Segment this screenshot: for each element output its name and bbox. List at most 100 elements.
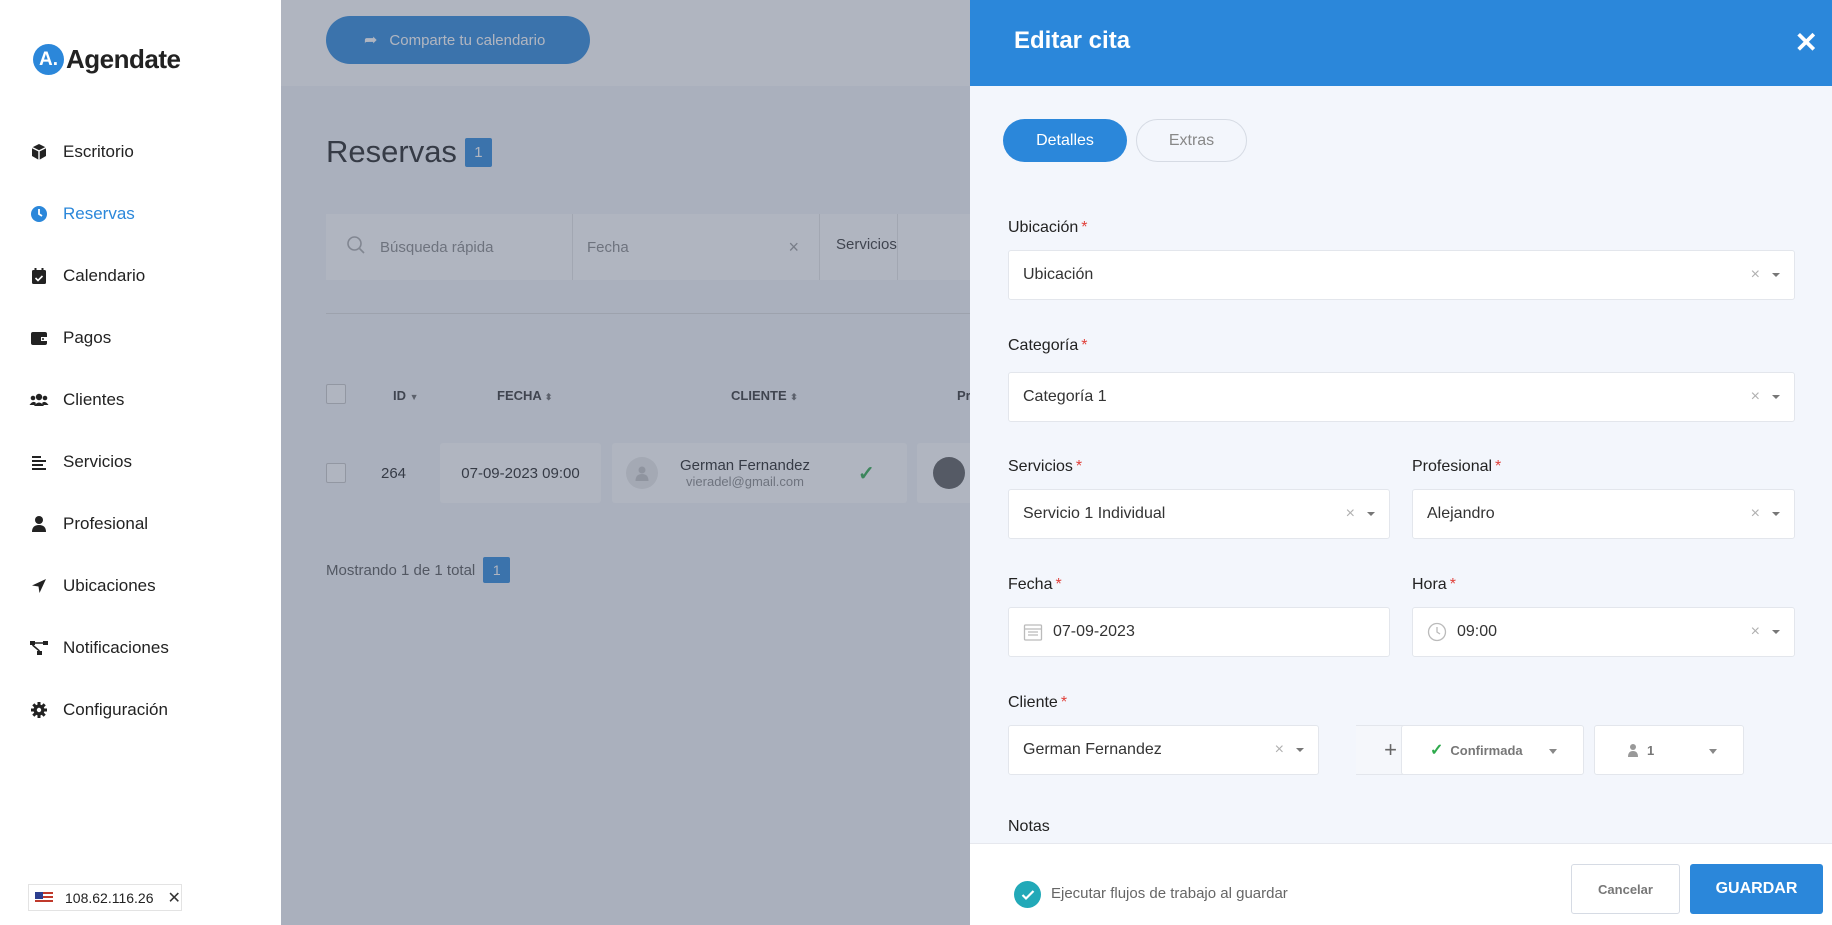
- tab-extras[interactable]: Extras: [1136, 119, 1247, 162]
- sidebar-item-label: Escritorio: [63, 142, 134, 161]
- location-arrow-icon: [29, 576, 49, 596]
- categoria-label: Categoría *: [1008, 337, 1088, 355]
- workflow-checkbox[interactable]: [1014, 881, 1041, 908]
- sidebar-item-pagos[interactable]: Pagos: [0, 307, 281, 369]
- sidebar-item-clientes[interactable]: Clientes: [0, 369, 281, 431]
- status-select[interactable]: ✓ Confirmada: [1401, 725, 1584, 775]
- profesional-label-text: Profesional: [1412, 458, 1493, 475]
- required-mark: *: [1081, 219, 1088, 236]
- tab-detalles[interactable]: Detalles: [1003, 119, 1127, 162]
- workflow-icon: [29, 638, 49, 658]
- hora-label: Hora *: [1412, 576, 1456, 594]
- modal-backdrop[interactable]: [281, 0, 970, 925]
- notas-label: Notas: [1008, 818, 1050, 835]
- sidebar-item-label: Configuración: [63, 700, 168, 719]
- wallet-icon: [29, 328, 49, 348]
- ubicacion-value: Ubicación: [1023, 266, 1094, 283]
- required-mark: *: [1449, 576, 1456, 593]
- chevron-down-icon: [1709, 749, 1717, 754]
- ubicacion-label: Ubicación *: [1008, 219, 1088, 237]
- close-icon[interactable]: ✕: [1795, 26, 1818, 59]
- fecha-input[interactable]: 07-09-2023: [1008, 607, 1390, 657]
- logo-mark: A.: [33, 44, 64, 75]
- hora-select[interactable]: 09:00 ×: [1412, 607, 1795, 657]
- sidebar-item-label: Pagos: [63, 328, 112, 347]
- sidebar-item-servicios[interactable]: Servicios: [0, 431, 281, 493]
- fecha-label-text: Fecha: [1008, 576, 1053, 593]
- cliente-label-text: Cliente: [1008, 694, 1058, 711]
- persons-value: 1: [1647, 742, 1655, 758]
- profesional-value: Alejandro: [1427, 505, 1495, 522]
- clear-icon[interactable]: ×: [1751, 623, 1760, 641]
- chevron-down-icon: [1772, 630, 1780, 634]
- chevron-down-icon: [1549, 749, 1557, 754]
- box-icon: [29, 142, 49, 162]
- ubicacion-label-text: Ubicación: [1008, 219, 1079, 236]
- user-icon: [1627, 743, 1639, 757]
- user-icon: [29, 514, 49, 534]
- sidebar-item-label: Profesional: [63, 514, 149, 533]
- ubicacion-select[interactable]: Ubicación ×: [1008, 250, 1795, 300]
- check-icon: ✓: [1430, 742, 1444, 759]
- ip-address: 108.62.116.26: [65, 889, 154, 906]
- servicios-select[interactable]: Servicio 1 Individual ×: [1008, 489, 1390, 539]
- sidebar-item-label: Servicios: [63, 452, 132, 471]
- sidebar-item-reservas[interactable]: Reservas: [0, 183, 281, 245]
- clear-icon[interactable]: ×: [1751, 266, 1760, 284]
- sidebar-item-escritorio[interactable]: Escritorio: [0, 121, 281, 183]
- sidebar-item-label: Reservas: [63, 204, 135, 223]
- servicios-label: Servicios *: [1008, 458, 1082, 476]
- save-button[interactable]: GUARDAR: [1690, 864, 1823, 914]
- brand-logo[interactable]: A. Agendate: [33, 44, 181, 75]
- categoria-select[interactable]: Categoría 1 ×: [1008, 372, 1795, 422]
- clock-icon: [29, 204, 49, 224]
- chevron-down-icon: [1772, 273, 1780, 277]
- sidebar-item-label: Notificaciones: [63, 638, 169, 657]
- cliente-label: Cliente *: [1008, 694, 1067, 712]
- required-mark: *: [1055, 576, 1062, 593]
- categoria-label-text: Categoría: [1008, 337, 1079, 354]
- workflow-label: Ejecutar flujos de trabajo al guardar: [1051, 885, 1288, 902]
- profesional-select[interactable]: Alejandro ×: [1412, 489, 1795, 539]
- clock-icon: [1427, 622, 1447, 642]
- list-icon: [29, 452, 49, 472]
- categoria-value: Categoría 1: [1023, 388, 1107, 405]
- clear-icon[interactable]: ×: [1346, 505, 1355, 523]
- required-mark: *: [1081, 337, 1088, 354]
- sidebar-item-configuracion[interactable]: Configuración: [0, 679, 281, 741]
- calendar-check-icon: [29, 266, 49, 286]
- drawer-tabs: Detalles Extras: [1003, 119, 1247, 162]
- cliente-select[interactable]: German Fernandez ×: [1008, 725, 1319, 775]
- close-icon[interactable]: ✕: [168, 888, 181, 908]
- edit-appointment-drawer: Editar cita ✕ Detalles Extras Ubicación *…: [970, 0, 1832, 925]
- clear-icon[interactable]: ×: [1275, 741, 1284, 759]
- sidebar-item-label: Ubicaciones: [63, 576, 156, 595]
- drawer-title: Editar cita: [1014, 27, 1131, 54]
- us-flag-icon: [35, 891, 53, 904]
- cancel-button[interactable]: Cancelar: [1571, 864, 1680, 914]
- sidebar: A. Agendate Escritorio Reservas Calendar…: [0, 0, 281, 925]
- chevron-down-icon: [1367, 512, 1375, 516]
- persons-select[interactable]: 1: [1594, 725, 1744, 775]
- chevron-down-icon: [1772, 512, 1780, 516]
- hora-label-text: Hora: [1412, 576, 1447, 593]
- chevron-down-icon: [1772, 395, 1780, 399]
- clear-icon[interactable]: ×: [1751, 388, 1760, 406]
- required-mark: *: [1495, 458, 1502, 475]
- servicios-value: Servicio 1 Individual: [1023, 505, 1166, 522]
- calendar-icon: [1023, 622, 1043, 642]
- clear-icon[interactable]: ×: [1751, 505, 1760, 523]
- sidebar-item-label: Clientes: [63, 390, 125, 409]
- sidebar-item-ubicaciones[interactable]: Ubicaciones: [0, 555, 281, 617]
- sidebar-item-notificaciones[interactable]: Notificaciones: [0, 617, 281, 679]
- servicios-label-text: Servicios: [1008, 458, 1073, 475]
- sidebar-item-calendario[interactable]: Calendario: [0, 245, 281, 307]
- drawer-footer: Ejecutar flujos de trabajo al guardar Ca…: [970, 843, 1832, 925]
- hora-value: 09:00: [1457, 623, 1498, 640]
- required-mark: *: [1075, 458, 1083, 475]
- users-icon: [29, 390, 49, 410]
- sidebar-item-profesional[interactable]: Profesional: [0, 493, 281, 555]
- ip-badge: 108.62.116.26 ✕: [28, 884, 182, 911]
- required-mark: *: [1060, 694, 1068, 711]
- profesional-label: Profesional *: [1412, 458, 1501, 476]
